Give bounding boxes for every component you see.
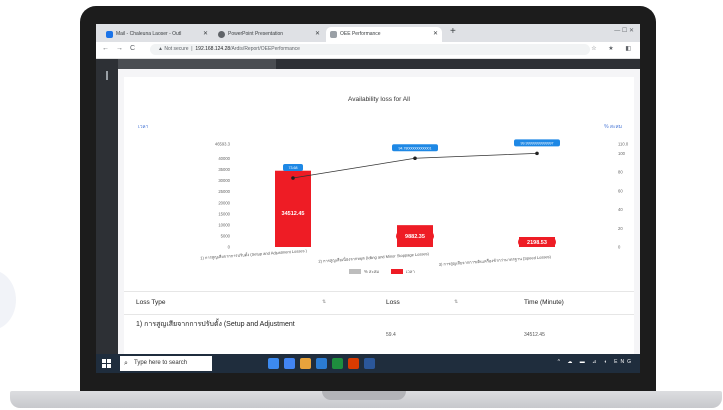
- search-icon: ⌕: [124, 360, 128, 367]
- app-top-bar: [118, 59, 640, 69]
- cumulative-point: [291, 176, 295, 180]
- tab-title: PowerPoint Presentation: [228, 31, 284, 37]
- taskbar-app-icon[interactable]: [332, 358, 343, 369]
- column-loss[interactable]: Loss: [386, 299, 400, 306]
- warning-icon[interactable]: ▲: [158, 46, 163, 52]
- reload-button[interactable]: C: [130, 45, 135, 52]
- laptop-frame: Mail - Chaleuna Laoser - Outl ✕ PowerPoi…: [80, 6, 656, 392]
- y-tick-label: 0: [228, 245, 231, 250]
- search-placeholder: Type here to search: [134, 360, 188, 366]
- y2-tick-label: 20: [618, 226, 623, 231]
- bar: [275, 170, 311, 247]
- column-time[interactable]: Time (Minute): [524, 299, 564, 306]
- y-tick-label: 10000: [218, 222, 230, 227]
- y-tick-label: 46593.3: [215, 142, 231, 147]
- legend-swatch-cumulative: [349, 269, 361, 274]
- y2-tick-label: 60: [618, 188, 623, 193]
- y2-tick-label: 110.0: [618, 142, 629, 147]
- sidebar-toggle-icon[interactable]: [106, 71, 108, 80]
- mail-icon: [106, 31, 113, 38]
- tab-title: Mail - Chaleuna Laoser - Outl: [116, 31, 182, 37]
- bar-value-label: 34512.45: [282, 211, 305, 217]
- taskbar-app-icon[interactable]: [364, 358, 375, 369]
- system-tray[interactable]: ^ ☁ ▬ ⊿ ◖ ENG: [558, 359, 634, 365]
- taskbar-app-icon[interactable]: [316, 358, 327, 369]
- y-tick-label: 5000: [221, 233, 231, 238]
- y-tick-label: 15000: [218, 211, 230, 216]
- y-tick-label: 25000: [218, 189, 230, 194]
- cumulative-value-label: 73.68: [289, 166, 298, 170]
- table-cell-time: 34512.45: [524, 332, 545, 338]
- cumulative-value-label: 94.78000000000001: [399, 146, 432, 150]
- cumulative-value-label: 99.99999999999997: [521, 141, 554, 145]
- taskbar-app-icon[interactable]: [284, 358, 295, 369]
- table-row-loss-type: 1) การสูญเสียจากการปรับตั้ง (Setup and A…: [136, 321, 295, 328]
- cumulative-point: [413, 156, 417, 161]
- tab-title: OEE Performance: [340, 31, 381, 37]
- taskbar-app-icon[interactable]: [268, 358, 279, 369]
- taskbar-search-input[interactable]: ⌕ Type here to search: [120, 356, 212, 371]
- y2-tick-label: 100: [618, 151, 626, 156]
- y2-tick-label: 40: [618, 207, 623, 212]
- background-decoration: [0, 270, 16, 330]
- pareto-chart: 46593.3 40000 35000 30000 25000 20000 15000 100…: [200, 139, 629, 274]
- windows-start-icon[interactable]: [102, 359, 111, 368]
- close-icon[interactable]: ✕: [315, 27, 320, 42]
- close-icon[interactable]: ✕: [433, 27, 438, 42]
- taskbar-app-icon[interactable]: [300, 358, 311, 369]
- new-tab-button[interactable]: +: [450, 26, 456, 37]
- y-tick-label: 20000: [218, 200, 230, 205]
- tab-powerpoint[interactable]: PowerPoint Presentation ✕: [214, 27, 324, 42]
- chart-card: Availability loss for All เวลา % สะสม 46…: [124, 77, 634, 354]
- x-category-label: 3) การสูญเสียจากการเดินเครื่องช้ากว่ามาต…: [439, 254, 552, 268]
- page-icon: [330, 31, 337, 38]
- bar-value-label: 9882.35: [405, 234, 425, 240]
- table-cell-loss: 59.4: [386, 332, 396, 338]
- y-tick-label: 35000: [218, 167, 230, 172]
- y-tick-label: 30000: [218, 178, 230, 183]
- y2-tick-label: 80: [618, 170, 623, 175]
- url-input[interactable]: ▲ Not secure | 192.168.124.28/Ardis/Repo…: [150, 44, 590, 55]
- back-button[interactable]: ←: [102, 45, 109, 52]
- table-header: Loss Type ⇅ Loss ⇅ Time (Minute): [124, 291, 634, 315]
- y2-tick-label: 0: [618, 245, 621, 250]
- x-category-label: 2) การสูญเสียเนื่องจากหยุด (Idling and M…: [318, 251, 430, 265]
- powerpoint-icon: [218, 31, 225, 38]
- cumulative-point: [535, 151, 539, 156]
- browser-action-icons[interactable]: ☆ ★ ◧: [591, 45, 636, 52]
- forward-button[interactable]: →: [116, 45, 123, 52]
- url-host: 192.168.124.28: [195, 46, 231, 52]
- browser-tab-strip: Mail - Chaleuna Laoser - Outl ✕ PowerPoi…: [96, 24, 640, 42]
- taskbar-app-icon[interactable]: [348, 358, 359, 369]
- tab-oee-performance[interactable]: OEE Performance ✕: [326, 27, 442, 42]
- bar-value-label: 2198.53: [527, 240, 547, 246]
- address-bar: ← → C ▲ Not secure | 192.168.124.28/Ardi…: [96, 42, 640, 59]
- app-sidebar: [96, 59, 118, 354]
- window-controls[interactable]: — ☐ ✕: [614, 27, 634, 34]
- close-icon[interactable]: ✕: [203, 27, 208, 42]
- sort-icon[interactable]: ⇅: [454, 299, 458, 305]
- main-content: Availability loss for All เวลา % สะสม 46…: [118, 69, 640, 354]
- security-label: Not secure: [164, 46, 189, 52]
- legend-label: เวลา: [406, 269, 415, 274]
- legend-swatch-time: [391, 269, 403, 274]
- tab-mail[interactable]: Mail - Chaleuna Laoser - Outl ✕: [102, 27, 212, 42]
- sort-icon[interactable]: ⇅: [322, 299, 326, 305]
- laptop-screen: Mail - Chaleuna Laoser - Outl ✕ PowerPoi…: [96, 24, 640, 373]
- top-bar-highlight: [118, 59, 276, 69]
- y-tick-label: 40000: [218, 156, 230, 161]
- windows-taskbar: ⌕ Type here to search ^ ☁ ▬ ⊿ ◖ ENG: [96, 354, 640, 373]
- legend-label: % สะสม: [364, 269, 379, 274]
- x-category-label: 1) การสูญเสียจากการปรับตั้ง (Setup and A…: [200, 246, 308, 261]
- url-path: /Ardis/Report/OEEPerformance: [230, 46, 300, 52]
- column-loss-type[interactable]: Loss Type: [136, 299, 166, 306]
- laptop-notch: [322, 391, 406, 400]
